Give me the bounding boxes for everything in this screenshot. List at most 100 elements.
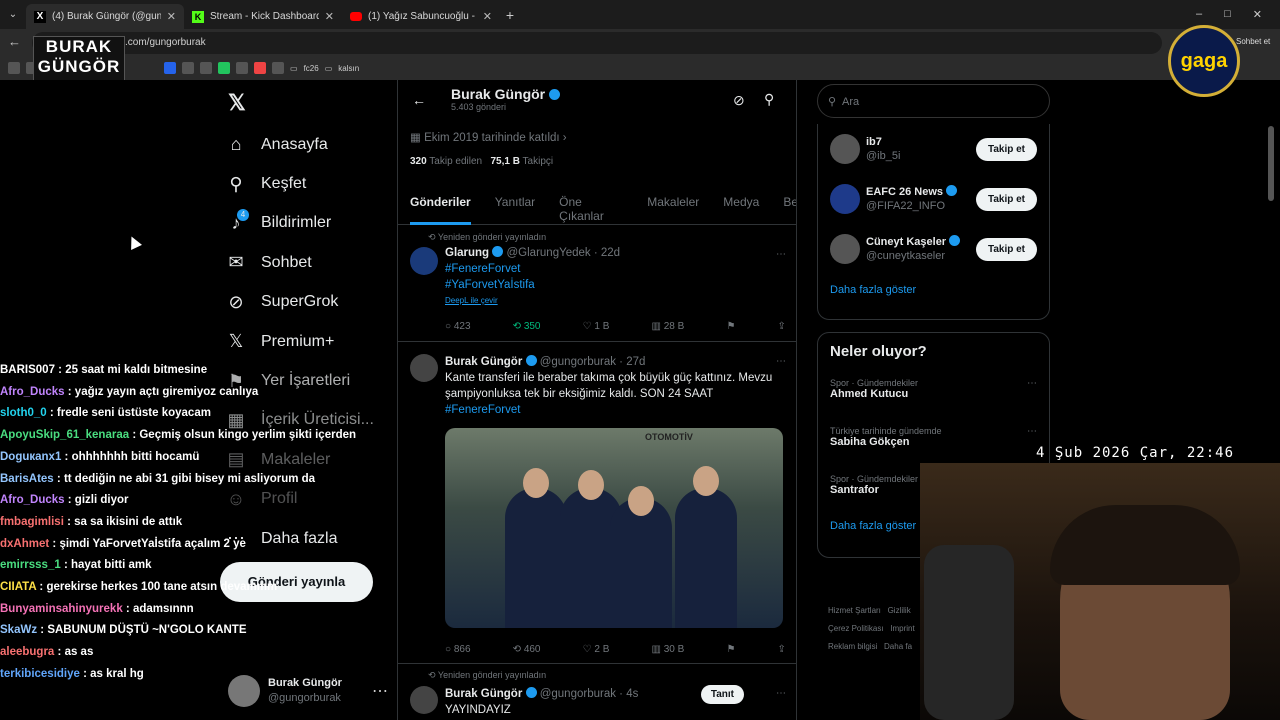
chat-username[interactable]: BARIS007 [0,364,55,376]
show-more-link[interactable]: Daha fazla göster [818,274,1049,306]
hashtag-link[interactable]: #FenereForvet [445,261,786,277]
nav-supergrok[interactable]: ⊘ SuperGrok [225,283,395,322]
follow-suggestion[interactable]: EAFC 26 News @FIFA22_INFO Takip et [818,174,1049,224]
close-icon[interactable]: ✕ [167,10,176,23]
trend-item[interactable]: Spor · Gündemdekiler Ahmed Kutucu ⋯ [818,370,1049,418]
more-icon[interactable]: ⋯ [776,249,786,260]
following-count[interactable]: 320 [410,156,427,167]
tweet-author[interactable]: Burak Güngör [445,688,522,700]
more-icon[interactable]: ⋯ [776,688,786,699]
window-close-icon[interactable]: ✕ [1253,8,1262,21]
tab-media[interactable]: Medya [723,195,759,224]
close-icon[interactable]: ✕ [483,10,492,23]
views-button[interactable]: ▥ 28 B [652,321,685,332]
avatar[interactable] [410,354,438,382]
bookmark-icon[interactable] [254,62,266,74]
bookmark-icon[interactable] [8,62,20,74]
bookmark-icon[interactable] [272,62,284,74]
chat-username[interactable]: Afro_Ducks [0,386,65,398]
back-arrow-icon[interactable]: ← [412,92,426,108]
minimize-icon[interactable]: – [1196,8,1202,21]
share-icon[interactable]: ⇪ [778,644,786,655]
bookmark-icon[interactable] [236,62,248,74]
translate-link[interactable]: DeepL ile çevir [445,293,786,309]
bookmark-icon[interactable] [182,62,194,74]
chat-username[interactable]: terkibicesidiye [0,668,80,680]
browser-tab-1[interactable]: X (4) Burak Güngör (@gungorburak) ✕ [26,4,184,29]
footer-link[interactable]: Imprint [890,624,914,633]
bookmark-icon[interactable]: ⚑ [726,321,735,332]
tweet-image[interactable]: OTOMOTİV [445,428,783,628]
nav-premium[interactable]: 𝕏 Premium+ [225,322,395,361]
avatar[interactable] [410,247,438,275]
repost-button[interactable]: ⟲ 460 [513,644,541,655]
footer-link[interactable]: Gizlilik [888,606,911,615]
close-icon[interactable]: ✕ [325,10,334,23]
sohbet-button[interactable]: Sohbet et [1236,37,1270,46]
chat-username[interactable]: fmbagimlisi [0,516,64,528]
reply-button[interactable]: ○ 866 [445,644,471,655]
scrollbar-thumb[interactable] [1268,126,1274,201]
more-icon[interactable]: ⋯ [776,356,786,367]
more-icon[interactable]: ⋯ [1027,426,1037,437]
follow-suggestion[interactable]: Cüneyt Kaşeler @cuneytkaseler Takip et [818,224,1049,274]
follow-suggestion[interactable]: ib7 @ib_5i Takip et [818,124,1049,174]
tab-articles[interactable]: Makaleler [647,195,699,224]
avatar[interactable] [410,686,438,714]
chat-username[interactable]: dxAhmet [0,538,49,550]
tab-highlights[interactable]: Öne Çıkanlar [559,195,623,224]
bookmark-icon[interactable] [218,62,230,74]
nav-explore[interactable]: ⚲ Keşfet [225,164,395,203]
views-button[interactable]: ▥ 30 B [652,644,685,655]
maximize-icon[interactable]: □ [1224,8,1231,21]
bookmark-folder-fc26[interactable]: fc26 [304,64,319,73]
chat-username[interactable]: emirrsss_1 [0,559,61,571]
tweet-author[interactable]: Burak Güngör [445,356,522,368]
nav-messages[interactable]: ✉ Sohbet [225,243,395,282]
x-logo-icon[interactable]: 𝕏 [228,90,246,116]
like-button[interactable]: ♡ 2 B [583,644,610,655]
follow-button[interactable]: Takip et [975,187,1037,211]
chat-username[interactable]: sloth0_0 [0,407,47,419]
bookmark-folder-kalsin[interactable]: kalsın [338,64,359,73]
tweet[interactable]: ⟲ Yeniden gönderi yayınladın Glarung @Gl… [398,227,796,342]
chat-username[interactable]: Doguкanx1 [0,451,61,463]
footer-link[interactable]: Çerez Politikası [828,624,884,633]
follow-button[interactable]: Takip et [975,237,1037,261]
repost-button[interactable]: ⟲ 350 [513,321,541,332]
search-input[interactable]: ⚲ Ara [817,84,1050,118]
follow-button[interactable]: Takip et [975,137,1037,161]
url-field[interactable]: x.com/gungorburak [32,32,1162,54]
promote-button[interactable]: Tanıt [700,685,744,704]
following-label[interactable]: Takip edilen [429,156,482,167]
footer-link[interactable]: Hizmet Şartları [828,606,881,615]
hashtag-link[interactable]: #FenereForvet [445,402,786,418]
hashtag-link[interactable]: #YaForvetYaİstifa [445,277,786,293]
followers-label[interactable]: Takipçi [523,156,554,167]
trend-item[interactable]: Türkiye tarihinde gündemde Sabiha Gökçen ⋯ [818,418,1049,466]
chat-username[interactable]: Bunyaminsahinyurekk [0,603,123,615]
tweet[interactable]: ⟲ Yeniden gönderi yayınladın Burak Güngö… [398,664,796,720]
tweet-author[interactable]: Glarung [445,247,489,259]
browser-tab-3[interactable]: (1) Yağız Sabuncuoğlu - YouTube ✕ [342,4,500,29]
like-button[interactable]: ♡ 1 B [583,321,610,332]
share-icon[interactable]: ⇪ [778,321,786,332]
chat-username[interactable]: aleebugra [0,646,54,658]
followers-count[interactable]: 75,1 B [490,156,519,167]
nav-notifications[interactable]: ♪ 4 Bildirimler [225,204,395,243]
bookmark-icon[interactable]: ⚑ [726,644,735,655]
tab-list-icon[interactable]: ⌄ [0,9,26,20]
search-icon[interactable]: ⚲ [764,91,774,108]
reply-button[interactable]: ○ 423 [445,321,471,332]
chat-username[interactable]: BarisAtes [0,473,54,485]
browser-tab-2[interactable]: K Stream - Kick Dashboard ✕ [184,4,342,29]
new-tab-icon[interactable]: + [500,7,520,23]
footer-link[interactable]: Reklam bilgisi [828,642,877,651]
chat-username[interactable]: ApoyuSkip_61_kenaraa [0,429,129,441]
tweet-handle[interactable]: @GlarungYedek · 22d [507,247,621,259]
nav-home[interactable]: ⌂ Anasayfa [225,125,395,164]
back-arrow-icon[interactable]: ← [8,34,21,49]
tab-likes[interactable]: Be [783,195,796,224]
more-icon[interactable]: ⋯ [1027,378,1037,389]
bookmark-icon[interactable] [200,62,212,74]
